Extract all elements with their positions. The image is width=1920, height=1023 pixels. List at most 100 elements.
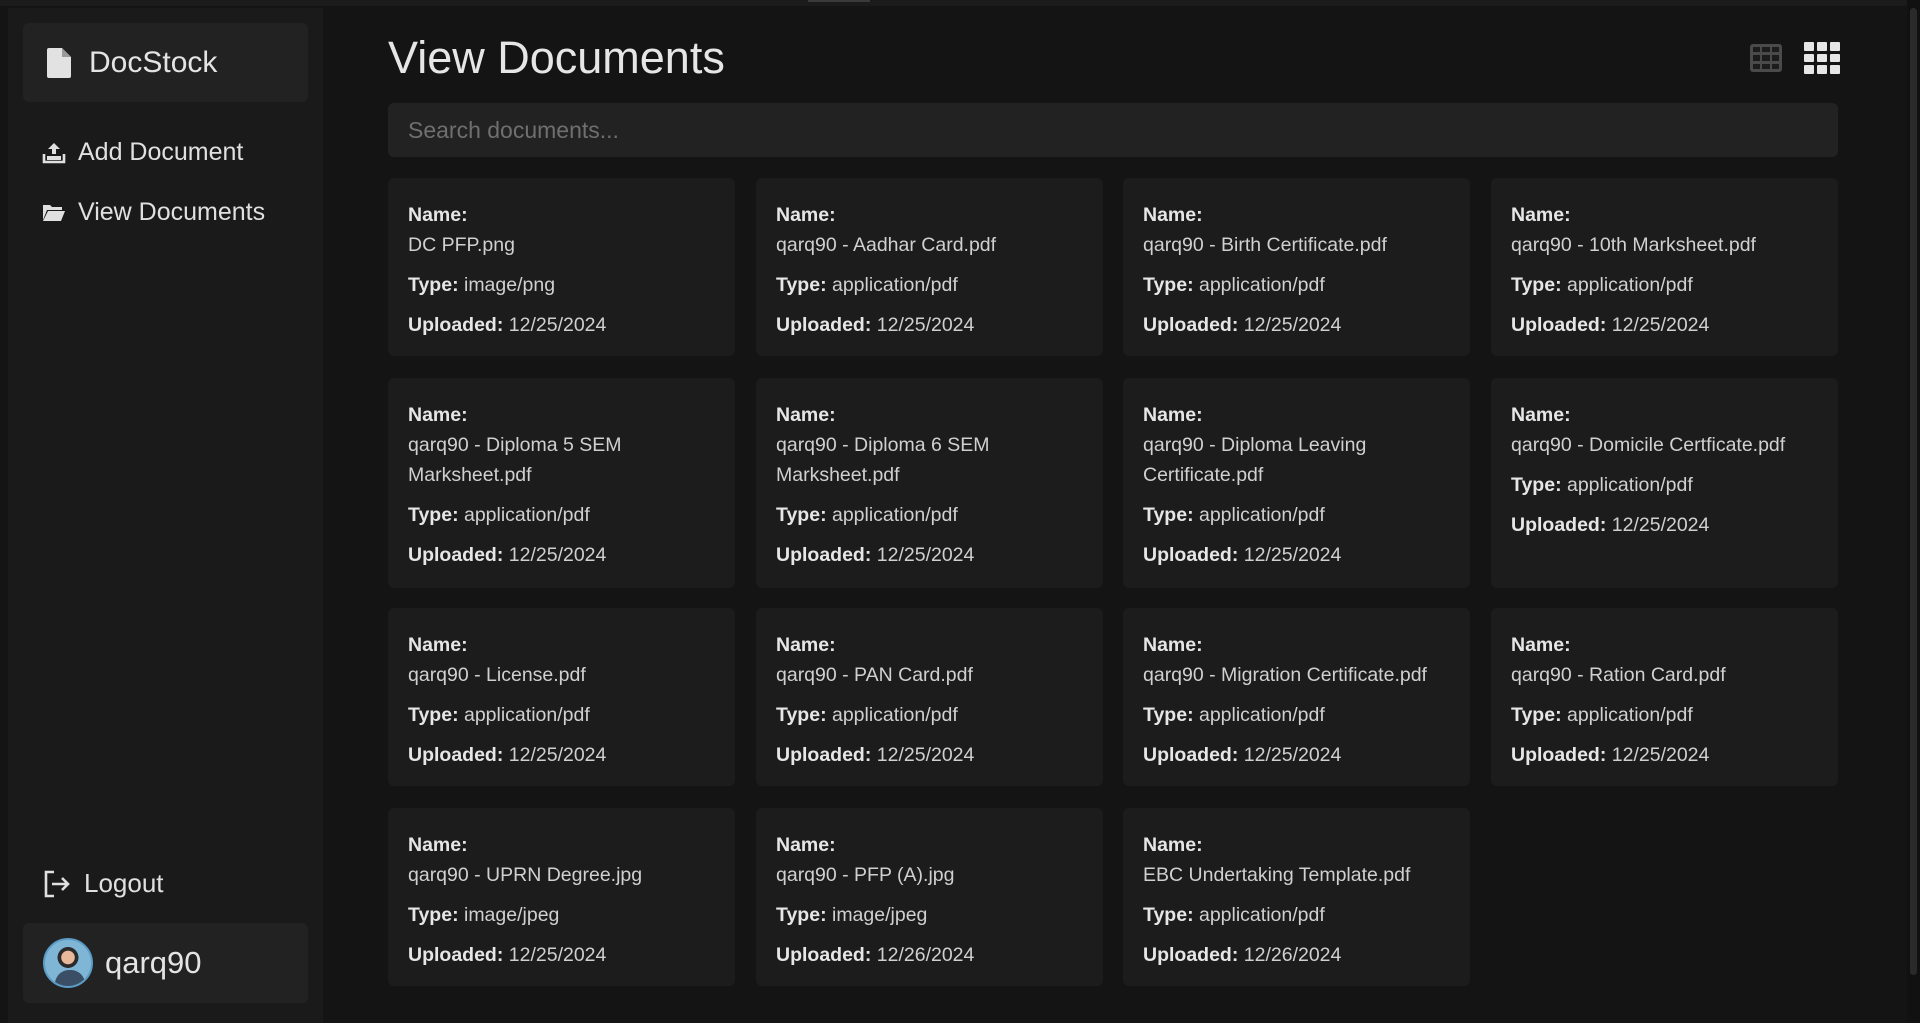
sidebar-item-view-documents[interactable]: View Documents bbox=[42, 198, 265, 227]
document-card[interactable]: Name: qarq90 - 10th Marksheet.pdf Type: ap… bbox=[1491, 178, 1838, 356]
sidebar-item-add-document[interactable]: Add Document bbox=[42, 138, 243, 167]
username: qarq90 bbox=[105, 945, 202, 980]
uploaded-label: Uploaded: bbox=[776, 544, 872, 566]
document-card[interactable]: Name: qarq90 - Diploma 6 SEM Marksheet.pd… bbox=[756, 378, 1103, 588]
window-drag-handle[interactable] bbox=[808, 0, 870, 2]
grid-compact-view-button[interactable] bbox=[1748, 40, 1784, 76]
document-card[interactable]: Name: qarq90 - Migration Certificate.pdf T… bbox=[1123, 608, 1470, 786]
uploaded-label: Uploaded: bbox=[408, 744, 504, 766]
document-card[interactable]: Name: qarq90 - PFP (A).jpg Type: image/jpe… bbox=[756, 808, 1103, 986]
document-name: qarq90 - Domicile Certficate.pdf bbox=[1511, 434, 1786, 456]
name-label: Name: bbox=[1143, 404, 1203, 426]
document-uploaded-date: 12/25/2024 bbox=[1611, 314, 1710, 336]
name-label: Name: bbox=[408, 834, 468, 856]
document-icon bbox=[47, 47, 73, 78]
document-type: application/pdf bbox=[1198, 904, 1325, 926]
sidebar-item-label: View Documents bbox=[78, 198, 266, 226]
type-label: Type: bbox=[1511, 274, 1562, 296]
document-type: application/pdf bbox=[1566, 474, 1693, 496]
user-profile[interactable]: qarq90 bbox=[23, 923, 308, 1003]
document-uploaded-date: 12/25/2024 bbox=[508, 544, 607, 566]
document-type: application/pdf bbox=[831, 704, 958, 726]
document-card[interactable]: Name: qarq90 - License.pdf Type: applicati… bbox=[388, 608, 735, 786]
name-label: Name: bbox=[408, 204, 468, 226]
type-label: Type: bbox=[408, 904, 459, 926]
type-label: Type: bbox=[1143, 274, 1194, 296]
name-label: Name: bbox=[408, 404, 468, 426]
logout-button[interactable]: Logout bbox=[42, 868, 164, 899]
uploaded-label: Uploaded: bbox=[1143, 314, 1239, 336]
sidebar-item-label: Add Document bbox=[78, 138, 244, 166]
scrollbar-thumb[interactable] bbox=[1910, 8, 1917, 975]
document-name: qarq90 - Migration Certificate.pdf bbox=[1143, 664, 1427, 686]
document-type: image/png bbox=[463, 274, 556, 296]
name-label: Name: bbox=[776, 834, 836, 856]
window-top-bar bbox=[0, 0, 1920, 6]
name-label: Name: bbox=[1511, 634, 1571, 656]
grid-small-icon bbox=[1750, 44, 1782, 72]
scrollbar[interactable] bbox=[1907, 0, 1920, 1023]
document-uploaded-date: 12/25/2024 bbox=[1243, 544, 1342, 566]
document-name: qarq90 - Diploma Leaving Certificate.pdf bbox=[1143, 434, 1367, 486]
document-card[interactable]: Name: qarq90 - Diploma 5 SEM Marksheet.pd… bbox=[388, 378, 735, 588]
type-label: Type: bbox=[408, 274, 459, 296]
uploaded-label: Uploaded: bbox=[1143, 744, 1239, 766]
document-name: qarq90 - PFP (A).jpg bbox=[776, 864, 955, 886]
name-label: Name: bbox=[776, 634, 836, 656]
document-uploaded-date: 12/25/2024 bbox=[876, 314, 975, 336]
brand-name: DocStock bbox=[89, 45, 218, 79]
document-uploaded-date: 12/25/2024 bbox=[508, 744, 607, 766]
document-name: qarq90 - Diploma 6 SEM Marksheet.pdf bbox=[776, 434, 990, 486]
document-type: application/pdf bbox=[463, 504, 590, 526]
document-card[interactable]: Name: EBC Undertaking Template.pdf Type: a… bbox=[1123, 808, 1470, 986]
document-card[interactable]: Name: qarq90 - UPRN Degree.jpg Type: image… bbox=[388, 808, 735, 986]
name-label: Name: bbox=[408, 634, 468, 656]
logout-icon bbox=[42, 869, 72, 899]
document-name: qarq90 - PAN Card.pdf bbox=[776, 664, 973, 686]
document-uploaded-date: 12/25/2024 bbox=[508, 314, 607, 336]
uploaded-label: Uploaded: bbox=[776, 314, 872, 336]
document-card[interactable]: Name: qarq90 - PAN Card.pdf Type: applicat… bbox=[756, 608, 1103, 786]
type-label: Type: bbox=[408, 504, 459, 526]
type-label: Type: bbox=[1143, 704, 1194, 726]
uploaded-label: Uploaded: bbox=[1143, 944, 1239, 966]
name-label: Name: bbox=[776, 204, 836, 226]
uploaded-label: Uploaded: bbox=[408, 544, 504, 566]
sidebar: DocStock Add Document View Documents Log… bbox=[8, 8, 323, 1023]
document-card[interactable]: Name: qarq90 - Domicile Certficate.pdf Typ… bbox=[1491, 378, 1838, 588]
type-label: Type: bbox=[1511, 704, 1562, 726]
document-uploaded-date: 12/25/2024 bbox=[1611, 514, 1710, 536]
uploaded-label: Uploaded: bbox=[776, 944, 872, 966]
document-name: qarq90 - Diploma 5 SEM Marksheet.pdf bbox=[408, 434, 622, 486]
brand[interactable]: DocStock bbox=[23, 23, 308, 102]
document-card[interactable]: Name: qarq90 - Birth Certificate.pdf Type:… bbox=[1123, 178, 1470, 356]
document-card[interactable]: Name: qarq90 - Aadhar Card.pdf Type: appli… bbox=[756, 178, 1103, 356]
uploaded-label: Uploaded: bbox=[1143, 544, 1239, 566]
document-type: application/pdf bbox=[831, 274, 958, 296]
document-name: qarq90 - UPRN Degree.jpg bbox=[408, 864, 643, 886]
document-name: qarq90 - Ration Card.pdf bbox=[1511, 664, 1726, 686]
view-toggle-group bbox=[1748, 40, 1840, 76]
name-label: Name: bbox=[1511, 204, 1571, 226]
grid-large-view-button[interactable] bbox=[1804, 40, 1840, 76]
uploaded-label: Uploaded: bbox=[776, 744, 872, 766]
document-card[interactable]: Name: DC PFP.png Type: image/png Uploaded: … bbox=[388, 178, 735, 356]
document-name: DC PFP.png bbox=[408, 234, 515, 256]
type-label: Type: bbox=[1511, 474, 1562, 496]
search-input[interactable] bbox=[388, 103, 1838, 157]
document-type: application/pdf bbox=[831, 504, 958, 526]
document-uploaded-date: 12/26/2024 bbox=[1243, 944, 1342, 966]
type-label: Type: bbox=[1143, 904, 1194, 926]
document-type: image/jpeg bbox=[463, 904, 560, 926]
name-label: Name: bbox=[1143, 634, 1203, 656]
document-type: application/pdf bbox=[1566, 274, 1693, 296]
type-label: Type: bbox=[408, 704, 459, 726]
uploaded-label: Uploaded: bbox=[1511, 514, 1607, 536]
document-name: qarq90 - License.pdf bbox=[408, 664, 586, 686]
grid-large-icon bbox=[1804, 42, 1840, 74]
document-uploaded-date: 12/25/2024 bbox=[876, 744, 975, 766]
document-card[interactable]: Name: qarq90 - Ration Card.pdf Type: appli… bbox=[1491, 608, 1838, 786]
document-card[interactable]: Name: qarq90 - Diploma Leaving Certificat… bbox=[1123, 378, 1470, 588]
name-label: Name: bbox=[1143, 204, 1203, 226]
page-title: View Documents bbox=[388, 32, 725, 83]
